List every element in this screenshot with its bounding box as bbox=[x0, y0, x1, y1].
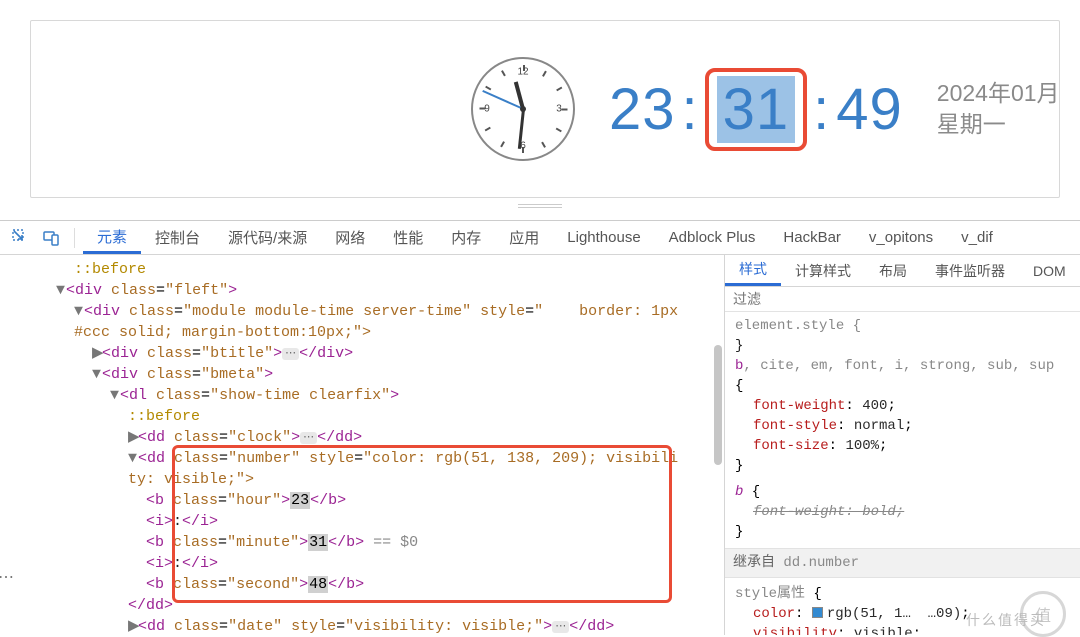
resize-handle[interactable] bbox=[518, 204, 562, 210]
filter-input[interactable] bbox=[733, 291, 1072, 307]
styles-subtabs: 样式 计算样式 布局 事件监听器 DOM bbox=[725, 255, 1080, 287]
tab-application[interactable]: 应用 bbox=[495, 221, 553, 254]
devtools-tabbar: 元素 控制台 源代码/来源 网络 性能 内存 应用 Lighthouse Adb… bbox=[0, 221, 1080, 255]
subtab-styles[interactable]: 样式 bbox=[725, 255, 781, 286]
tab-hackbar[interactable]: HackBar bbox=[769, 221, 855, 254]
watermark-text: 什么值得买 bbox=[966, 610, 1046, 630]
tab-lighthouse[interactable]: Lighthouse bbox=[553, 221, 654, 254]
digital-clock: 23 : 31 : 49 bbox=[609, 68, 903, 151]
subtab-eventlisteners[interactable]: 事件监听器 bbox=[921, 255, 1019, 286]
analog-clock: 12 3 6 9 bbox=[471, 57, 575, 161]
color-swatch-icon[interactable] bbox=[812, 607, 823, 618]
tab-sources[interactable]: 源代码/来源 bbox=[214, 221, 321, 254]
overflow-dots-icon[interactable]: ⋯ bbox=[0, 568, 14, 589]
inspect-icon[interactable] bbox=[6, 223, 36, 253]
time-separator: : bbox=[807, 76, 836, 143]
tab-performance[interactable]: 性能 bbox=[379, 221, 437, 254]
date-block: 2024年01月22 星期一 bbox=[937, 78, 1060, 140]
devtools-panel: 元素 控制台 源代码/来源 网络 性能 内存 应用 Lighthouse Adb… bbox=[0, 220, 1080, 635]
page-preview: 12 3 6 9 23 : 31 : 49 2024年01月22 星期一 bbox=[30, 20, 1060, 198]
inherit-separator: 继承自 dd.number bbox=[725, 548, 1080, 578]
subtab-dom[interactable]: DOM bbox=[1019, 255, 1080, 286]
second-value: 49 bbox=[836, 76, 903, 143]
subtab-computed[interactable]: 计算样式 bbox=[781, 255, 865, 286]
hour-value: 23 bbox=[609, 76, 676, 143]
tab-memory[interactable]: 内存 bbox=[437, 221, 495, 254]
date-line: 2024年01月22 bbox=[937, 78, 1060, 109]
styles-filter[interactable] bbox=[725, 287, 1080, 312]
tab-network[interactable]: 网络 bbox=[321, 221, 379, 254]
scrollbar[interactable] bbox=[714, 345, 722, 465]
divider bbox=[74, 228, 75, 248]
style-rules[interactable]: element.style { } b, cite, em, font, i, … bbox=[725, 312, 1080, 635]
dom-tree[interactable]: ⋯ ::before ▼<div class="fleft"> ▼<div cl… bbox=[0, 255, 724, 635]
tab-vdif[interactable]: v_dif bbox=[947, 221, 1007, 254]
tab-adblock[interactable]: Adblock Plus bbox=[655, 221, 770, 254]
device-toggle-icon[interactable] bbox=[36, 223, 66, 253]
subtab-layout[interactable]: 布局 bbox=[865, 255, 921, 286]
time-separator: : bbox=[676, 76, 705, 143]
styles-panel: 样式 计算样式 布局 事件监听器 DOM element.style { } b… bbox=[724, 255, 1080, 635]
tab-elements[interactable]: 元素 bbox=[83, 221, 141, 254]
minute-highlight-box: 31 bbox=[705, 68, 808, 151]
tab-voptions[interactable]: v_opitons bbox=[855, 221, 947, 254]
weekday: 星期一 bbox=[937, 109, 1060, 140]
tab-console[interactable]: 控制台 bbox=[141, 221, 214, 254]
minute-value: 31 bbox=[717, 76, 796, 143]
